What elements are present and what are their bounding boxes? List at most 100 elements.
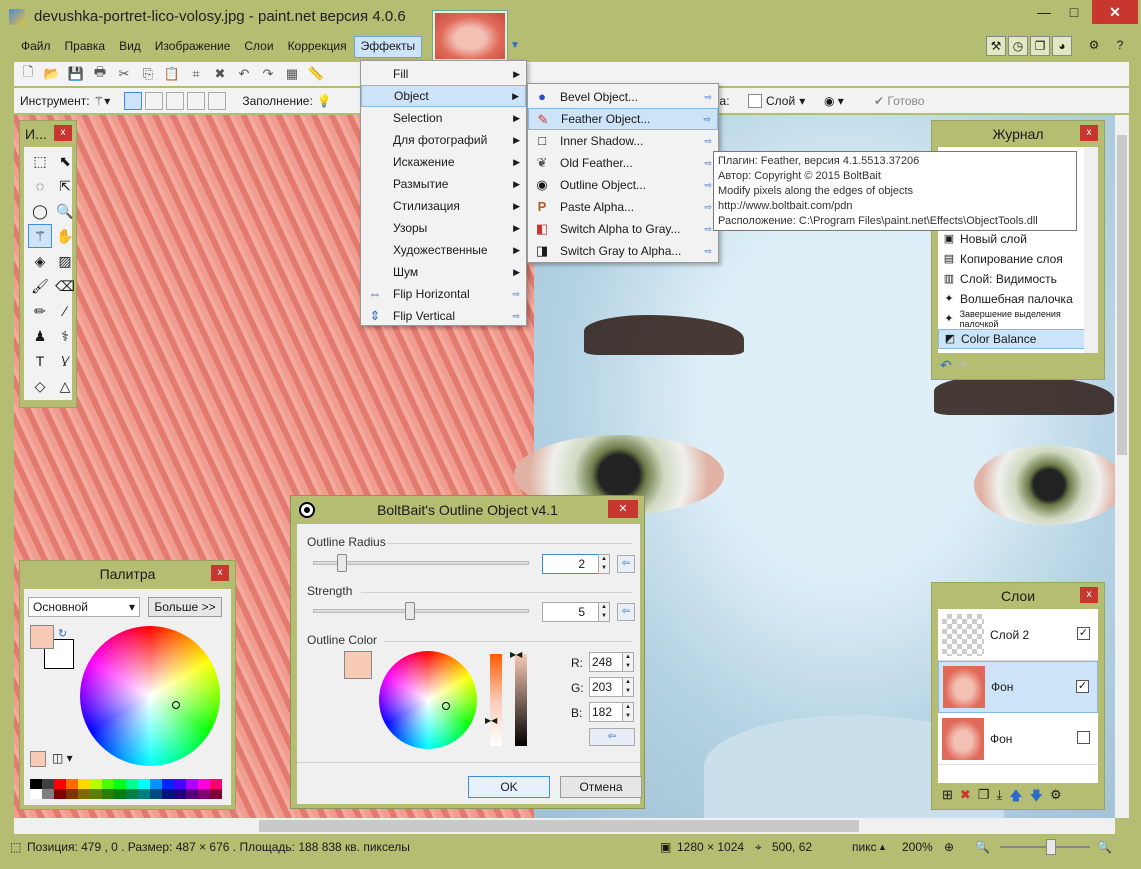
primary-color-swatch[interactable] bbox=[30, 625, 54, 649]
palette-color-cell[interactable] bbox=[114, 779, 126, 789]
selection-mode-invert-icon[interactable] bbox=[208, 91, 227, 110]
open-icon[interactable]: 📂 bbox=[42, 66, 62, 82]
palette-color-cell[interactable] bbox=[162, 779, 174, 789]
palette-color-cell[interactable] bbox=[162, 789, 174, 799]
palette-color-cell[interactable] bbox=[138, 779, 150, 789]
palette-color-cell[interactable] bbox=[138, 789, 150, 799]
settings-gear-icon[interactable]: ⚙ bbox=[1084, 36, 1104, 56]
layers-window-toggle-icon[interactable]: ❐ bbox=[1030, 36, 1050, 56]
gradient-icon[interactable]: ▨ bbox=[53, 249, 77, 273]
palette-color-cell[interactable] bbox=[78, 779, 90, 789]
magic-wand-tool-icon[interactable]: ⚚ bbox=[28, 224, 52, 248]
zoom-slider[interactable] bbox=[1000, 846, 1090, 848]
antialias-icon[interactable]: ◉ ▾ bbox=[824, 94, 844, 108]
menu-item-noise[interactable]: Шум ▶ bbox=[361, 261, 526, 283]
merge-layer-down-icon[interactable]: ⤓ bbox=[996, 787, 1002, 809]
history-item[interactable]: ▣ Новый слой bbox=[938, 229, 1098, 249]
strength-slider[interactable] bbox=[313, 609, 529, 613]
horizontal-scroll-thumb[interactable] bbox=[259, 820, 859, 832]
palette-color-cell[interactable] bbox=[174, 789, 186, 799]
menu-item-inner-shadow[interactable]: □ Inner Shadow... ⇨ bbox=[528, 130, 718, 152]
move-layer-up-icon[interactable]: 🡅 bbox=[1009, 787, 1022, 809]
layers-panel-close-button[interactable]: x bbox=[1080, 587, 1098, 603]
outline-color-wheel-marker[interactable] bbox=[442, 702, 450, 710]
line-curve-icon[interactable]: \∕ bbox=[53, 349, 77, 373]
palette-menu-icon[interactable]: ◫ ▾ bbox=[52, 751, 73, 765]
zoom-level[interactable]: 200% bbox=[902, 840, 933, 854]
saturation-bar[interactable] bbox=[490, 654, 502, 746]
lasso-select-icon[interactable]: ◌ bbox=[28, 174, 52, 198]
redo-icon[interactable]: ↷ bbox=[956, 357, 968, 373]
palette-color-cell[interactable] bbox=[42, 789, 54, 799]
palette-color-cell[interactable] bbox=[210, 789, 222, 799]
menu-item-selection[interactable]: Selection ▶ bbox=[361, 107, 526, 129]
shapes-icon[interactable]: ◇ bbox=[28, 374, 52, 398]
menu-layers[interactable]: Слои bbox=[237, 36, 280, 58]
strength-spinner[interactable]: ▲ ▼ bbox=[598, 602, 610, 622]
color-picker-icon[interactable]: ⁄ bbox=[53, 299, 77, 323]
outline-radius-input[interactable]: 2 bbox=[542, 554, 600, 574]
cut-icon[interactable]: ✂ bbox=[114, 66, 134, 82]
saturation-bar-marker-icon[interactable]: ▶◀ bbox=[485, 716, 497, 725]
menu-item-object[interactable]: Object ▶ bbox=[361, 85, 526, 107]
menu-image[interactable]: Изображение bbox=[148, 36, 238, 58]
palette-color-cell[interactable] bbox=[174, 779, 186, 789]
palette-color-cell[interactable] bbox=[114, 789, 126, 799]
minimize-button[interactable]: — bbox=[1030, 0, 1058, 24]
palette-color-cell[interactable] bbox=[186, 779, 198, 789]
horizontal-scrollbar[interactable] bbox=[14, 818, 1115, 834]
unit-dropdown-icon[interactable]: ▲ bbox=[878, 842, 887, 852]
menu-item-flip-vertical[interactable]: ⇕ Flip Vertical ⇨ bbox=[361, 305, 526, 327]
palette-color-cell[interactable] bbox=[198, 789, 210, 799]
history-item[interactable]: ✦ Волшебная палочка bbox=[938, 289, 1098, 309]
zoom-slider-thumb[interactable] bbox=[1046, 839, 1056, 855]
palette-color-cell[interactable] bbox=[102, 779, 114, 789]
palette-color-cell[interactable] bbox=[90, 789, 102, 799]
move-selection-icon[interactable]: ⇱ bbox=[53, 174, 77, 198]
selection-mode-intersect-icon[interactable] bbox=[187, 91, 206, 110]
swap-colors-icon[interactable]: ↻ bbox=[58, 627, 67, 640]
eraser-icon[interactable]: ⌫ bbox=[53, 274, 77, 298]
vertical-scrollbar[interactable] bbox=[1115, 115, 1129, 818]
pencil-icon[interactable]: ✏ bbox=[28, 299, 52, 323]
color-reset-button[interactable]: ⇦ bbox=[589, 728, 635, 746]
ok-button[interactable]: OK bbox=[468, 776, 550, 798]
menu-item-old-feather[interactable]: ❦ Old Feather... ⇨ bbox=[528, 152, 718, 174]
pan-icon[interactable]: ✋ bbox=[53, 224, 77, 248]
colors-window-toggle-icon[interactable]: ◕ bbox=[1052, 36, 1072, 56]
maximize-button[interactable]: □ bbox=[1060, 0, 1088, 24]
paintbrush-icon[interactable]: 🖌 bbox=[28, 274, 52, 298]
tools-window-toggle-icon[interactable]: ⚒ bbox=[986, 36, 1006, 56]
menu-effects[interactable]: Эффекты bbox=[353, 36, 423, 58]
layer-row[interactable]: Слой 2 ✓ bbox=[938, 609, 1098, 661]
add-color-icon[interactable] bbox=[30, 751, 46, 767]
menu-view[interactable]: Вид bbox=[112, 36, 148, 58]
palette-color-cell[interactable] bbox=[198, 779, 210, 789]
color-wheel[interactable] bbox=[80, 626, 220, 766]
history-item[interactable]: ▤ Копирование слоя bbox=[938, 249, 1098, 269]
palette-color-cell[interactable] bbox=[42, 779, 54, 789]
print-icon[interactable]: 🖶 bbox=[90, 63, 110, 85]
menu-item-switch-gray-to-alpha[interactable]: ◨ Switch Gray to Alpha... ⇨ bbox=[528, 240, 718, 262]
layer-properties-icon[interactable]: ⚙ bbox=[1050, 787, 1062, 809]
menu-item-distort[interactable]: Искажение ▶ bbox=[361, 151, 526, 173]
layer-visibility-checkbox[interactable]: ✓ bbox=[1076, 680, 1089, 693]
outline-radius-slider-thumb[interactable] bbox=[337, 554, 347, 572]
cancel-button[interactable]: Отмена bbox=[560, 776, 642, 798]
strength-reset-button[interactable]: ⇦ bbox=[617, 603, 635, 621]
palette-color-cell[interactable] bbox=[102, 789, 114, 799]
palette-color-cell[interactable] bbox=[66, 789, 78, 799]
selection-mode-exclude-icon[interactable] bbox=[166, 91, 185, 110]
paste-icon[interactable]: 📋 bbox=[162, 66, 182, 82]
palette-color-cell[interactable] bbox=[126, 789, 138, 799]
palette-color-cell[interactable] bbox=[210, 779, 222, 789]
image-tab-thumbnail[interactable] bbox=[432, 10, 508, 62]
menu-item-bevel-object[interactable]: ● Bevel Object... ⇨ bbox=[528, 86, 718, 108]
blue-spinner[interactable]: ▲ ▼ bbox=[622, 702, 634, 722]
layer-row-selected[interactable]: Фон ✓ bbox=[938, 661, 1098, 713]
tools-panel-close-button[interactable]: x bbox=[54, 125, 72, 141]
value-bar-marker-icon[interactable]: ▶◀ bbox=[510, 650, 522, 659]
add-layer-icon[interactable]: ⊞ bbox=[942, 787, 953, 809]
green-spinner[interactable]: ▲ ▼ bbox=[622, 677, 634, 697]
dialog-close-button[interactable]: ✕ bbox=[608, 500, 638, 518]
